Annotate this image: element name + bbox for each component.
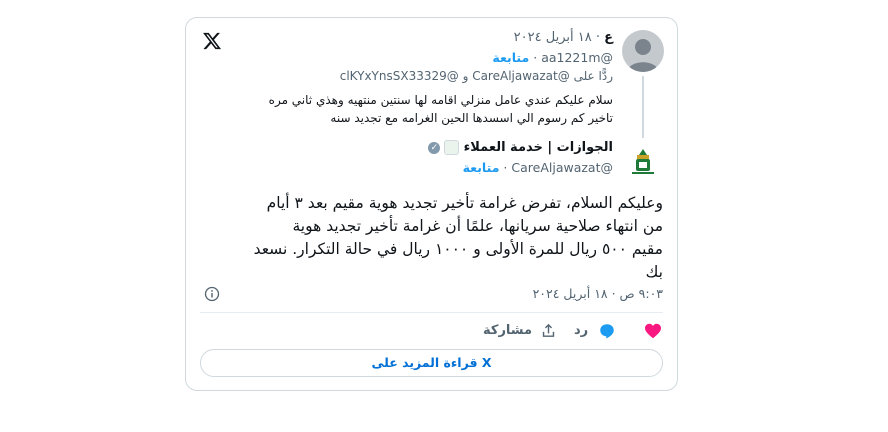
jawazat-logo-avatar[interactable] (622, 140, 664, 182)
reply-text-line-2: تاخير كم رسوم الي اسسدها الحين الغرامه م… (330, 111, 613, 125)
embedded-tweet-card: ع · ١٨ أبريل ٢٠٢٤ @aa1221m · متابعة ردًّ… (185, 17, 678, 391)
user-avatar[interactable] (622, 30, 664, 72)
thread-line (642, 76, 644, 138)
reply-author-name[interactable]: ع (604, 30, 613, 45)
separator-dot: · (499, 160, 508, 175)
reply-date[interactable]: ١٨ أبريل ٢٠٢٤ (514, 30, 592, 45)
reply-handle[interactable]: @aa1221m (541, 50, 613, 65)
follow-link[interactable]: متابعة (463, 160, 500, 175)
replying-to-row: ردًّا على @CareAljawazat و @clKYxYnsSX33… (340, 69, 613, 83)
mention-user[interactable]: @clKYxYnsSX33329 (340, 69, 459, 83)
read-more-on-x-button[interactable]: قراءة المزيد على X (200, 349, 663, 377)
reply-author-row: ع · ١٨ أبريل ٢٠٢٤ (514, 30, 613, 45)
reply-text-line-1: سلام عليكم عندي عامل منزلي اقامه لها سنت… (268, 93, 613, 107)
tweet-timestamp[interactable]: ٩:٠٣ ص · ١٨ أبريل ٢٠٢٤ (533, 286, 663, 301)
main-text-line-2: من انتهاء صلاحية سريانها، علمًا أن غرامة… (292, 217, 663, 235)
share-button-label[interactable]: مشاركة (483, 323, 532, 338)
verified-badge-icon: ✓ (428, 141, 441, 154)
main-handle[interactable]: @CareAljawazat (511, 160, 613, 175)
main-text-line-3: مقيم ٥٠٠ ريال للمرة الأولى و ١٠٠٠ ريال ف… (253, 240, 663, 258)
share-icon[interactable] (540, 322, 557, 339)
main-text-line-4: بك (645, 263, 663, 281)
mention-careal[interactable]: @CareAljawazat (472, 69, 570, 83)
reply-button-label[interactable]: رد (574, 323, 588, 338)
follow-link[interactable]: متابعة (492, 50, 529, 65)
x-logo-icon[interactable] (202, 31, 222, 51)
mention-conj: و (462, 69, 469, 83)
main-author-row: الجوازات | خدمة العملاء ✓ (428, 140, 613, 155)
main-author-name[interactable]: الجوازات | خدمة العملاء (464, 140, 613, 155)
main-handle-row: @CareAljawazat · متابعة (463, 160, 613, 175)
separator-dot: · (591, 30, 600, 45)
heart-icon[interactable] (644, 323, 662, 339)
main-text-line-1: وعليكم السلام، تفرض غرامة تأخير تجديد هو… (266, 194, 663, 212)
separator-dot: · (529, 50, 538, 65)
reply-handle-row: @aa1221m · متابعة (492, 50, 613, 65)
divider (200, 312, 663, 313)
reply-bubble-icon[interactable] (598, 322, 616, 340)
affiliate-badge-icon (444, 140, 460, 155)
replying-to-prefix: ردًّا على (573, 69, 613, 83)
info-icon[interactable] (204, 286, 220, 302)
